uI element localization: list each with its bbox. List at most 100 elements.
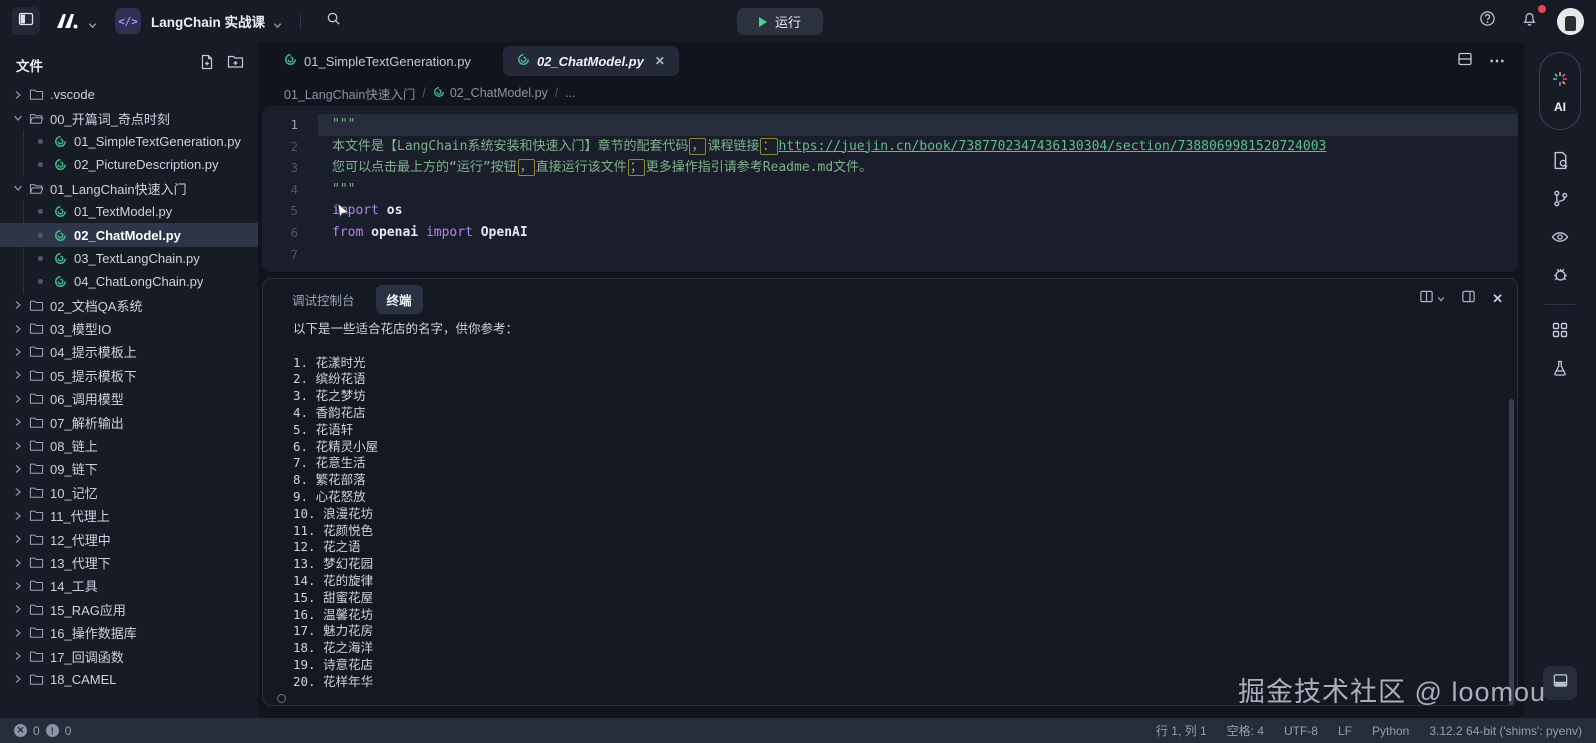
tree-folder[interactable]: 01_LangChain快速入门: [0, 177, 258, 200]
preview-button[interactable]: [1543, 222, 1577, 256]
folder-icon: [26, 345, 46, 358]
terminal-list-item: 12. 花之语: [293, 539, 1497, 556]
tree-file[interactable]: 01_SimpleTextGeneration.py: [0, 130, 258, 153]
terminal-intro-line: 以下是一些适合花店的名字，供你参考：: [293, 321, 1497, 338]
new-folder-icon[interactable]: [227, 54, 244, 75]
panel-tab[interactable]: 终端: [376, 285, 423, 314]
tree-folder[interactable]: 05_提示模板下: [0, 364, 258, 387]
line-number: 5: [262, 200, 298, 222]
code-token: 本文件是【LangChain系统安装和快速入门】章节的配套代码: [332, 139, 688, 154]
editor-more-actions-icon[interactable]: ⋯: [1489, 51, 1506, 71]
python-file-icon: [517, 53, 530, 69]
terminal-prompt[interactable]: (shims) ➜ LangChain-shizhanke: [293, 691, 1497, 705]
code-token: """: [332, 117, 355, 132]
statusbar-item[interactable]: 3.12.2 64-bit ('shims': pyenv): [1429, 724, 1582, 738]
folder-icon: [26, 439, 46, 452]
tree-folder[interactable]: 00_开篇词_奇点时刻: [0, 106, 258, 129]
source-control-button[interactable]: [1543, 184, 1577, 218]
line-number: 2: [262, 136, 298, 158]
tree-file[interactable]: 02_ChatModel.py: [0, 223, 258, 246]
panel-tab[interactable]: 调试控制台: [281, 285, 366, 314]
tree-folder[interactable]: 16_操作数据库: [0, 621, 258, 644]
breadcrumb-file-label: 02_ChatModel.py: [450, 86, 548, 100]
terminal-scrollbar[interactable]: [1509, 399, 1514, 705]
notifications-button[interactable]: [1515, 7, 1543, 35]
folder-icon: [26, 626, 46, 639]
tree-file[interactable]: 03_TextLangChain.py: [0, 247, 258, 270]
tree-item-label: 08_链上: [50, 436, 98, 455]
folder-icon: [26, 650, 46, 663]
tree-folder[interactable]: 12_代理中: [0, 527, 258, 550]
ai-assistant-button[interactable]: AI: [1539, 52, 1581, 130]
tree-folder[interactable]: 10_记忆: [0, 481, 258, 504]
tree-folder[interactable]: 02_文档QA系统: [0, 294, 258, 317]
toggle-panel-button[interactable]: [1543, 666, 1577, 700]
python-file-icon: [284, 53, 297, 69]
tree-item-label: 05_提示模板下: [50, 366, 137, 385]
tree-folder[interactable]: 18_CAMEL: [0, 668, 258, 691]
statusbar-item[interactable]: UTF-8: [1284, 724, 1318, 738]
tree-folder[interactable]: 09_链下: [0, 457, 258, 480]
code-token: 您可以点击最上方的“运行”按钮: [332, 160, 517, 175]
toggle-sidebar-button[interactable]: [12, 7, 40, 35]
tree-folder[interactable]: 03_模型IO: [0, 317, 258, 340]
terminal-output[interactable]: 以下是一些适合花店的名字，供你参考： 1. 花漾时光2. 缤纷花语3. 花之梦坊…: [263, 319, 1517, 705]
split-editor-icon[interactable]: [1457, 51, 1473, 72]
run-button[interactable]: 运行: [737, 8, 823, 35]
app-logo[interactable]: [54, 11, 80, 31]
new-file-icon[interactable]: [199, 54, 215, 75]
tree-folder[interactable]: 04_提示模板上: [0, 340, 258, 363]
tree-folder[interactable]: 11_代理上: [0, 504, 258, 527]
editor-tab[interactable]: 01_SimpleTextGeneration.py: [270, 46, 485, 76]
tree-folder[interactable]: 13_代理下: [0, 551, 258, 574]
close-tab-icon[interactable]: ✕: [655, 54, 665, 68]
tree-folder[interactable]: 06_调用模型: [0, 387, 258, 410]
tree-folder[interactable]: 14_工具: [0, 574, 258, 597]
statusbar-item[interactable]: LF: [1338, 724, 1352, 738]
file-dot: [38, 162, 43, 167]
workspace-name[interactable]: LangChain 实战课: [151, 11, 265, 31]
problems-status[interactable]: ✕ 0 ! 0: [14, 724, 71, 738]
logo-chevron-down-icon[interactable]: [88, 17, 97, 26]
breadcrumb-more[interactable]: ...: [565, 86, 575, 100]
tree-folder[interactable]: 08_链上: [0, 434, 258, 457]
debug-button[interactable]: [1543, 260, 1577, 294]
tree-folder[interactable]: 15_RAG应用: [0, 598, 258, 621]
search-button[interactable]: [319, 7, 347, 35]
panel-position-icon[interactable]: [1461, 289, 1476, 309]
test-button[interactable]: [1543, 353, 1577, 387]
tree-item-label: .vscode: [50, 87, 95, 102]
tree-file[interactable]: 01_TextModel.py: [0, 200, 258, 223]
code-line: 本文件是【LangChain系统安装和快速入门】章节的配套代码，课程链接：htt…: [318, 136, 1518, 158]
breadcrumb-separator: /: [555, 86, 558, 100]
statusbar-item[interactable]: 空格: 4: [1227, 722, 1264, 739]
code-editor[interactable]: 1234567 """本文件是【LangChain系统安装和快速入门】章节的配套…: [262, 106, 1518, 272]
editor-tab[interactable]: 02_ChatModel.py✕: [503, 46, 679, 76]
breadcrumb-folder[interactable]: 01_LangChain快速入门: [284, 84, 415, 103]
code-token: openai: [363, 225, 426, 240]
tree-folder[interactable]: 17_回调函数: [0, 644, 258, 667]
code-token: ；: [628, 159, 645, 176]
code-lines: """ 本文件是【LangChain系统安装和快速入门】章节的配套代码，课程链接：…: [318, 114, 1518, 272]
tree-item-label: 10_记忆: [50, 483, 98, 502]
tree-file[interactable]: 02_PictureDescription.py: [0, 153, 258, 176]
code-token[interactable]: https://juejin.cn/book/73877023474361303…: [779, 139, 1327, 154]
breadcrumb-file[interactable]: 02_ChatModel.py: [433, 86, 548, 101]
file-search-button[interactable]: [1543, 146, 1577, 180]
tree-folder[interactable]: .vscode: [0, 83, 258, 106]
code-line: import os: [318, 200, 1518, 222]
terminal-list-item: 11. 花颜悦色: [293, 523, 1497, 540]
tree-folder[interactable]: 07_解析输出: [0, 410, 258, 433]
tree-file[interactable]: 04_ChatLongChain.py: [0, 270, 258, 293]
statusbar-item[interactable]: 行 1, 列 1: [1156, 722, 1207, 739]
help-button[interactable]: [1473, 7, 1501, 35]
avatar[interactable]: [1557, 8, 1584, 35]
terminal-list-item: 8. 繁花部落: [293, 472, 1497, 489]
file-dot: [38, 233, 43, 238]
workspace-chevron-down-icon[interactable]: [273, 17, 282, 26]
extensions-button[interactable]: [1543, 315, 1577, 349]
folder-icon: [26, 509, 46, 522]
statusbar-item[interactable]: Python: [1372, 724, 1409, 738]
panel-layout-menu[interactable]: [1419, 289, 1445, 309]
close-panel-icon[interactable]: ✕: [1492, 291, 1503, 307]
